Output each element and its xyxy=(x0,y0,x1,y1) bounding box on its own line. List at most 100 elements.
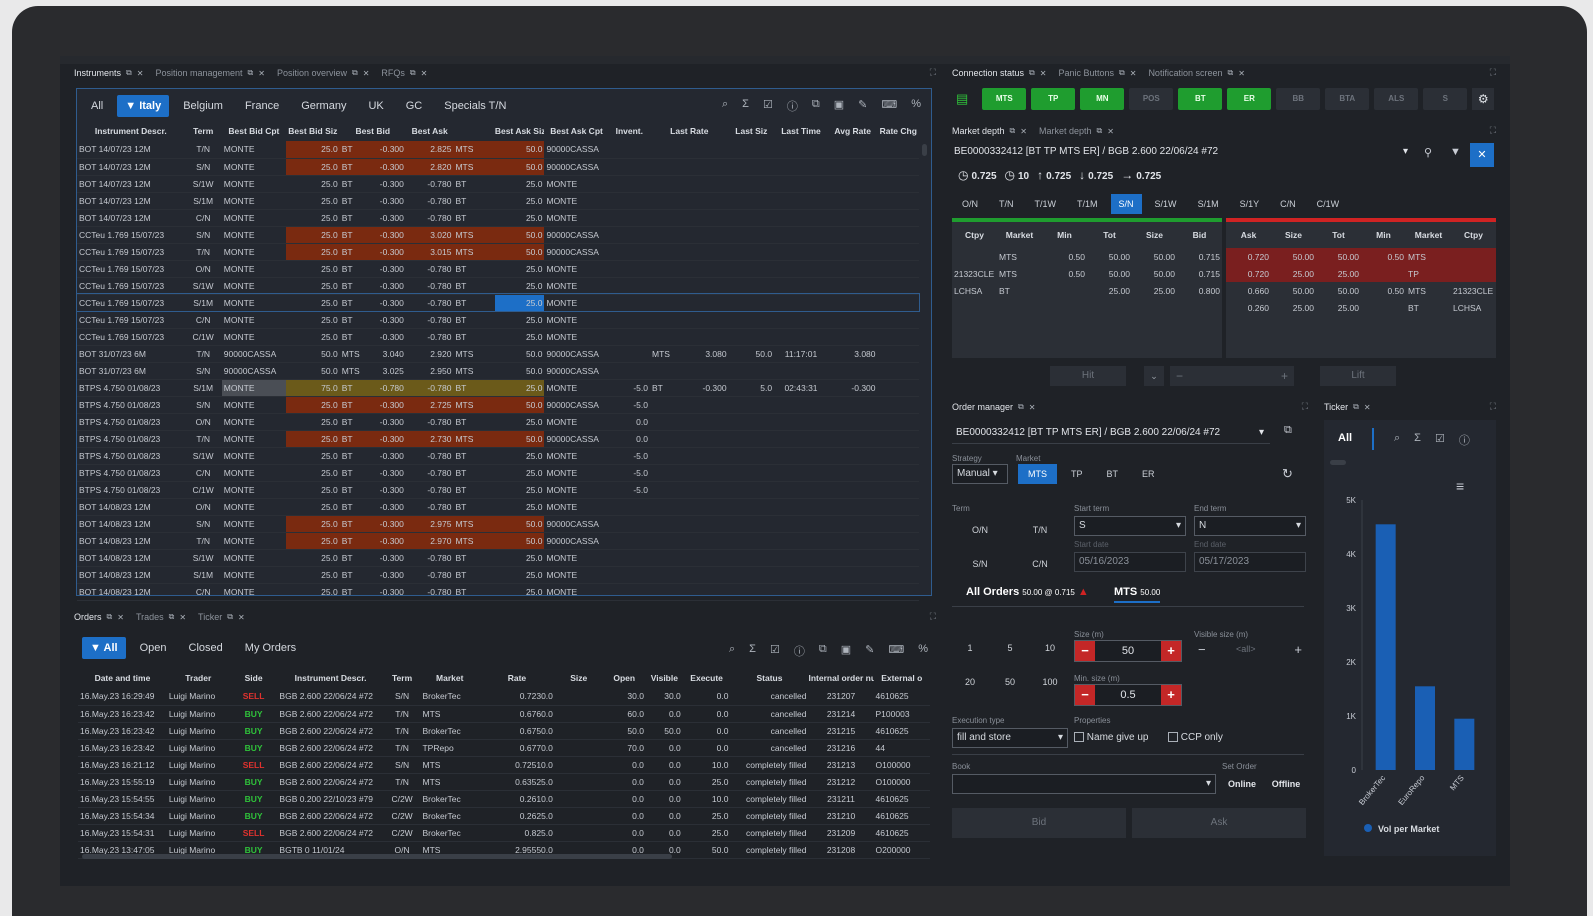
popout-icon[interactable]: ⧉ xyxy=(227,612,233,622)
term-c-n[interactable]: C/N xyxy=(1272,194,1304,214)
end-date-input[interactable]: 05/17/2023 xyxy=(1194,552,1306,572)
popout-icon[interactable]: ⧉ xyxy=(1353,402,1359,412)
table-row[interactable]: 16.May.23 16:23:42 Luigi Marino BUY BGB 2.6… xyxy=(78,722,930,740)
offline-button[interactable]: Offline xyxy=(1266,774,1306,794)
book-select[interactable]: ▾ xyxy=(952,774,1216,794)
bid-row[interactable]: MTS 0.50 50.00 50.00 0.715 xyxy=(952,248,1222,265)
col-instrument-descr[interactable]: Instrument Descr. xyxy=(277,668,383,688)
tab-market-depth[interactable]: Market depth ⧉ ✕ xyxy=(946,122,1033,140)
term-t-n-button[interactable]: T/N xyxy=(1012,516,1068,544)
col-market[interactable]: Market xyxy=(997,222,1042,248)
depth-size-chevron[interactable]: ⌄ xyxy=(1144,366,1164,386)
table-row[interactable]: BTPS 4.750 01/08/23 C/N MONTE 25.0 BT -0.300-… xyxy=(77,464,919,482)
pin-icon[interactable]: ⚲ xyxy=(1424,146,1432,159)
link-icon[interactable]: ✕ xyxy=(1470,143,1494,167)
connection-mn-button[interactable]: MN xyxy=(1080,88,1125,110)
min-size-stepper[interactable]: − 0.5 + xyxy=(1074,684,1182,706)
top-drag-bar[interactable] xyxy=(60,56,1510,64)
tab-ticker[interactable]: Ticker ⧉ ✕ xyxy=(192,608,251,626)
tab-all-orders[interactable]: All Orders 50.00 @ 0.715 ▲ xyxy=(966,586,1089,598)
wrench-icon[interactable]: ✎ xyxy=(858,98,867,114)
term-s-1y[interactable]: S/1Y xyxy=(1232,194,1268,214)
filter-belgium[interactable]: Belgium xyxy=(175,95,231,117)
col-market[interactable]: Market xyxy=(420,668,479,688)
instrument-selector[interactable]: BE0000332412 [BT TP MTS ER] / BGB 2.600 … xyxy=(954,146,1408,162)
size-plus-button[interactable]: + xyxy=(1161,641,1181,661)
quick-size-10-button[interactable]: 10 xyxy=(1032,634,1068,662)
term-t-1m[interactable]: T/1M xyxy=(1069,194,1106,214)
col-ctpy[interactable]: Ctpy xyxy=(952,222,997,248)
term-t-n[interactable]: T/N xyxy=(991,194,1022,214)
filter-icon[interactable]: ▼ xyxy=(1450,146,1461,158)
table-row[interactable]: 16.May.23 16:23:42 Luigi Marino BUY BGB 2.6… xyxy=(78,739,930,757)
filter-germany[interactable]: Germany xyxy=(293,95,354,117)
table-row[interactable]: BOT 14/08/23 12M C/N MONTE 25.0 BT -0.300 -0.7… xyxy=(77,583,919,601)
table-row[interactable]: CCTeu 1.769 15/07/23 C/N MONTE 25.0 BT -0.300… xyxy=(77,311,919,329)
term-s-n-button[interactable]: S/N xyxy=(952,550,1008,578)
table-row[interactable]: BOT 14/08/23 12M T/N MONTE 25.0 BT -0.300 2.97… xyxy=(77,532,919,550)
connection-als-button[interactable]: ALS xyxy=(1374,88,1419,110)
size-stepper[interactable]: − 50 + xyxy=(1074,640,1182,662)
table-row[interactable]: BOT 31/07/23 6M S/N 90000CASSA 50.0 MTS 3.025… xyxy=(77,362,919,380)
col-open[interactable]: Open xyxy=(603,668,646,688)
close-icon[interactable]: ✕ xyxy=(258,69,265,78)
close-icon[interactable]: ✕ xyxy=(238,613,245,622)
tab-order-manager[interactable]: Order manager ⧉ ✕ xyxy=(946,398,1041,416)
search-icon[interactable]: ⌕ xyxy=(722,98,728,114)
tab-position-overview[interactable]: Position overview ⧉ ✕ xyxy=(271,64,375,82)
info-icon[interactable]: ⓘ xyxy=(1459,432,1470,448)
maximize-icon[interactable]: ⛶ xyxy=(1490,401,1496,412)
minus-icon[interactable]: − xyxy=(1176,366,1183,386)
tab-instruments[interactable]: Instruments ⧉ ✕ xyxy=(68,64,149,82)
connection-tp-button[interactable]: TP xyxy=(1031,88,1076,110)
close-icon[interactable]: ✕ xyxy=(1040,69,1047,78)
term-c-n-button[interactable]: C/N xyxy=(1012,550,1068,578)
popout-icon[interactable]: ⧉ xyxy=(819,643,827,659)
checkbox-icon[interactable]: ☑ xyxy=(770,643,780,659)
table-row[interactable]: BOT 14/07/23 12M S/N MONTE 25.0 BT -0.300 2.82… xyxy=(77,158,919,176)
col-last-rate[interactable]: Last Rate xyxy=(650,121,729,141)
popout-icon[interactable]: ⧉ xyxy=(169,612,175,622)
term-c-1w[interactable]: C/1W xyxy=(1309,194,1348,214)
table-row[interactable]: 16.May.23 16:21:12 Luigi Marino SELL BGB 2.… xyxy=(78,756,930,774)
maximize-icon[interactable]: ⛶ xyxy=(930,67,936,78)
table-row[interactable]: CCTeu 1.769 15/07/23 S/1W MONTE 25.0 BT -0.30… xyxy=(77,277,919,295)
horizontal-scrollbar[interactable] xyxy=(82,854,672,859)
start-term-select[interactable]: S ▾ xyxy=(1074,516,1186,536)
tab-trades[interactable]: Trades ⧉ ✕ xyxy=(130,608,192,626)
min-size-value[interactable]: 0.5 xyxy=(1099,685,1157,705)
col-min[interactable]: Min xyxy=(1042,222,1087,248)
col-last-time[interactable]: Last Time xyxy=(774,121,828,141)
quick-size-1-button[interactable]: 1 xyxy=(952,634,988,662)
col-term[interactable]: Term xyxy=(384,668,421,688)
col-instrument-descr[interactable]: Instrument Descr. xyxy=(77,121,185,141)
table-row[interactable]: 16.May.23 15:54:34 Luigi Marino BUY BGB 2.6… xyxy=(78,807,930,825)
col-invent[interactable]: Invent. xyxy=(609,121,650,141)
table-row[interactable]: CCTeu 1.769 15/07/23 T/N MONTE 25.0 BT -0.300… xyxy=(77,243,919,261)
popout-icon[interactable]: ⧉ xyxy=(1010,126,1016,136)
col-rate[interactable]: Rate xyxy=(479,668,555,688)
visible-size-value[interactable]: <all> xyxy=(1236,644,1256,654)
popout-icon[interactable]: ⧉ xyxy=(107,612,113,622)
filter-france[interactable]: France xyxy=(237,95,287,117)
tab-ticker[interactable]: Ticker ⧉ ✕ xyxy=(1318,398,1377,416)
quick-size-5-button[interactable]: 5 xyxy=(992,634,1028,662)
term-o-n-button[interactable]: O/N xyxy=(952,516,1008,544)
popout-icon[interactable]: ⧉ xyxy=(1018,402,1024,412)
min-size-plus-button[interactable]: + xyxy=(1161,685,1181,705)
keyboard-icon[interactable]: ⌨ xyxy=(881,98,897,114)
filter-specials-t-n[interactable]: Specials T/N xyxy=(436,95,514,117)
tab-rfqs[interactable]: RFQs ⧉ ✕ xyxy=(375,64,433,82)
close-icon[interactable]: ✕ xyxy=(137,69,144,78)
table-row[interactable]: 16.May.23 16:29:49 Luigi Marino SELL BGB 2.… xyxy=(78,688,930,706)
ask-button[interactable]: Ask xyxy=(1132,808,1306,838)
col-bid[interactable]: Bid xyxy=(1177,222,1222,248)
tab-connection-status[interactable]: Connection status ⧉ ✕ xyxy=(946,64,1052,82)
connection-s-button[interactable]: S xyxy=(1423,88,1468,110)
table-row[interactable]: BOT 14/08/23 12M S/N MONTE 25.0 BT -0.300 2.97… xyxy=(77,515,919,533)
col-rate-chg[interactable]: Rate Chg xyxy=(878,121,919,141)
col-best-ask-siz[interactable]: Best Ask Siz xyxy=(495,121,545,141)
market-er-button[interactable]: ER xyxy=(1132,464,1165,484)
start-date-input[interactable]: 05/16/2023 xyxy=(1074,552,1186,572)
table-row[interactable]: 16.May.23 15:54:55 Luigi Marino BUY BGB 0.2… xyxy=(78,790,930,808)
